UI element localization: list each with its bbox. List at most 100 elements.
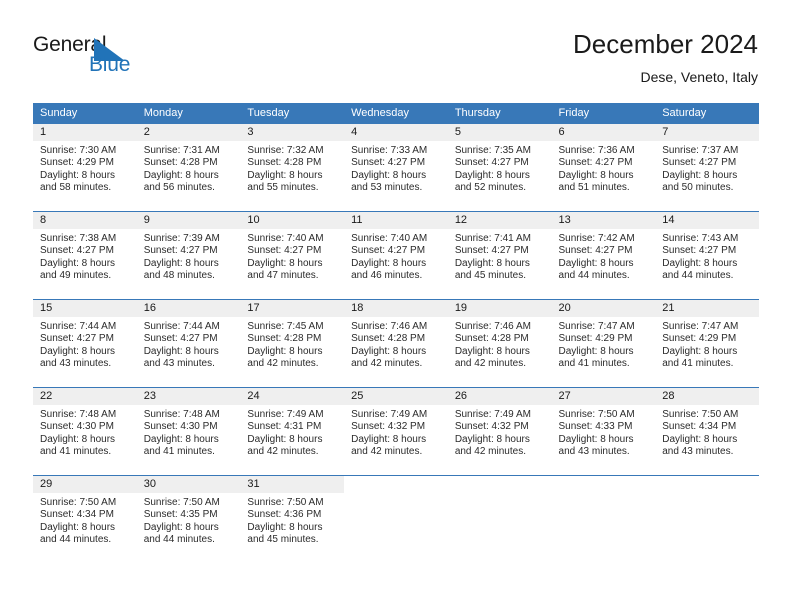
day-number-empty xyxy=(655,476,759,493)
day-cell[interactable]: Sunrise: 7:43 AM Sunset: 4:27 PM Dayligh… xyxy=(655,229,759,299)
brand-name-blue: Blue xyxy=(89,53,131,76)
day-cell[interactable]: Sunrise: 7:42 AM Sunset: 4:27 PM Dayligh… xyxy=(552,229,656,299)
day-cell[interactable]: Sunrise: 7:33 AM Sunset: 4:27 PM Dayligh… xyxy=(344,141,448,211)
day-number[interactable]: 26 xyxy=(448,388,552,405)
day-cell[interactable]: Sunrise: 7:39 AM Sunset: 4:27 PM Dayligh… xyxy=(137,229,241,299)
day-number[interactable]: 3 xyxy=(240,124,344,141)
day-number[interactable]: 28 xyxy=(655,388,759,405)
day-cell[interactable]: Sunrise: 7:37 AM Sunset: 4:27 PM Dayligh… xyxy=(655,141,759,211)
daylight-text: Daylight: 8 hours xyxy=(454,257,530,269)
sunrise-text: Sunrise: 7:50 AM xyxy=(143,497,220,508)
daylight-text-cont: and 41 minutes. xyxy=(558,358,630,370)
day-number[interactable]: 6 xyxy=(552,124,656,141)
day-cell[interactable]: Sunrise: 7:47 AM Sunset: 4:29 PM Dayligh… xyxy=(552,317,656,387)
day-number[interactable]: 31 xyxy=(240,476,344,493)
day-number[interactable]: 11 xyxy=(344,212,448,229)
day-number[interactable]: 2 xyxy=(137,124,241,141)
day-cell[interactable]: Sunrise: 7:48 AM Sunset: 4:30 PM Dayligh… xyxy=(137,405,241,475)
day-number[interactable]: 27 xyxy=(552,388,656,405)
daylight-text-cont: and 50 minutes. xyxy=(662,182,734,194)
day-number[interactable]: 7 xyxy=(655,124,759,141)
day-number[interactable]: 19 xyxy=(448,300,552,317)
day-number[interactable]: 16 xyxy=(137,300,241,317)
day-number[interactable]: 13 xyxy=(552,212,656,229)
day-cell[interactable]: Sunrise: 7:49 AM Sunset: 4:31 PM Dayligh… xyxy=(240,405,344,475)
sunset-text: Sunset: 4:27 PM xyxy=(558,245,633,257)
weekday-header-wednesday: Wednesday xyxy=(351,107,409,119)
day-cell[interactable]: Sunrise: 7:31 AM Sunset: 4:28 PM Dayligh… xyxy=(137,141,241,211)
day-number[interactable]: 29 xyxy=(33,476,137,493)
sunrise-text: Sunrise: 7:50 AM xyxy=(558,409,635,420)
day-cell[interactable]: Sunrise: 7:41 AM Sunset: 4:27 PM Dayligh… xyxy=(448,229,552,299)
day-number[interactable]: 20 xyxy=(552,300,656,317)
sunset-text: Sunset: 4:30 PM xyxy=(40,421,114,433)
daylight-text: Daylight: 8 hours xyxy=(662,169,738,181)
sunset-text: Sunset: 4:31 PM xyxy=(247,421,322,433)
day-number[interactable]: 10 xyxy=(240,212,344,229)
sunset-text: Sunset: 4:28 PM xyxy=(143,157,218,169)
daylight-text: Daylight: 8 hours xyxy=(454,433,530,445)
day-number[interactable]: 14 xyxy=(655,212,759,229)
sunset-text: Sunset: 4:28 PM xyxy=(247,157,322,169)
day-cell[interactable]: Sunrise: 7:49 AM Sunset: 4:32 PM Dayligh… xyxy=(448,405,552,475)
day-cell[interactable]: Sunrise: 7:50 AM Sunset: 4:34 PM Dayligh… xyxy=(33,493,137,563)
daylight-text: Daylight: 8 hours xyxy=(143,345,219,357)
sunset-text: Sunset: 4:27 PM xyxy=(143,333,218,345)
day-cell[interactable]: Sunrise: 7:46 AM Sunset: 4:28 PM Dayligh… xyxy=(344,317,448,387)
day-cell[interactable]: Sunrise: 7:32 AM Sunset: 4:28 PM Dayligh… xyxy=(240,141,344,211)
day-number[interactable]: 24 xyxy=(240,388,344,405)
day-number[interactable]: 9 xyxy=(137,212,241,229)
day-cell[interactable]: Sunrise: 7:48 AM Sunset: 4:30 PM Dayligh… xyxy=(33,405,137,475)
sunrise-text: Sunrise: 7:43 AM xyxy=(662,233,739,244)
day-number[interactable]: 17 xyxy=(240,300,344,317)
day-number[interactable]: 30 xyxy=(137,476,241,493)
day-cell[interactable]: Sunrise: 7:50 AM Sunset: 4:36 PM Dayligh… xyxy=(240,493,344,563)
weekday-header-sunday: Sunday xyxy=(40,107,78,119)
day-cell[interactable]: Sunrise: 7:46 AM Sunset: 4:28 PM Dayligh… xyxy=(448,317,552,387)
sunrise-text: Sunrise: 7:30 AM xyxy=(40,145,117,156)
daylight-text-cont: and 43 minutes. xyxy=(143,358,215,370)
day-cell[interactable]: Sunrise: 7:44 AM Sunset: 4:27 PM Dayligh… xyxy=(137,317,241,387)
day-number[interactable]: 5 xyxy=(448,124,552,141)
day-cell[interactable]: Sunrise: 7:40 AM Sunset: 4:27 PM Dayligh… xyxy=(240,229,344,299)
day-number[interactable]: 4 xyxy=(344,124,448,141)
daylight-text-cont: and 42 minutes. xyxy=(351,446,423,458)
daylight-text: Daylight: 8 hours xyxy=(247,433,323,445)
day-number[interactable]: 15 xyxy=(33,300,137,317)
sunrise-text: Sunrise: 7:46 AM xyxy=(454,321,531,332)
day-detail-band: Sunrise: 7:44 AM Sunset: 4:27 PM Dayligh… xyxy=(33,317,759,387)
title-block: December 2024 Dese, Veneto, Italy xyxy=(573,28,758,86)
day-cell[interactable]: Sunrise: 7:35 AM Sunset: 4:27 PM Dayligh… xyxy=(448,141,552,211)
sunset-text: Sunset: 4:34 PM xyxy=(662,421,737,433)
brand-logo[interactable]: General Blue xyxy=(33,33,143,79)
day-number[interactable]: 21 xyxy=(655,300,759,317)
daylight-text-cont: and 41 minutes. xyxy=(40,446,112,458)
day-cell[interactable]: Sunrise: 7:45 AM Sunset: 4:28 PM Dayligh… xyxy=(240,317,344,387)
daylight-text-cont: and 44 minutes. xyxy=(143,534,215,546)
day-number-band: 8 9 10 11 12 13 14 xyxy=(33,212,759,229)
day-cell[interactable]: Sunrise: 7:50 AM Sunset: 4:34 PM Dayligh… xyxy=(655,405,759,475)
day-number[interactable]: 22 xyxy=(33,388,137,405)
day-cell[interactable]: Sunrise: 7:44 AM Sunset: 4:27 PM Dayligh… xyxy=(33,317,137,387)
day-cell[interactable]: Sunrise: 7:36 AM Sunset: 4:27 PM Dayligh… xyxy=(552,141,656,211)
day-cell[interactable]: Sunrise: 7:47 AM Sunset: 4:29 PM Dayligh… xyxy=(655,317,759,387)
sunrise-text: Sunrise: 7:49 AM xyxy=(454,409,531,420)
day-number[interactable]: 23 xyxy=(137,388,241,405)
day-cell[interactable]: Sunrise: 7:50 AM Sunset: 4:33 PM Dayligh… xyxy=(552,405,656,475)
day-cell[interactable]: Sunrise: 7:30 AM Sunset: 4:29 PM Dayligh… xyxy=(33,141,137,211)
daylight-text-cont: and 45 minutes. xyxy=(454,270,526,282)
daylight-text: Daylight: 8 hours xyxy=(40,521,116,533)
day-cell[interactable]: Sunrise: 7:40 AM Sunset: 4:27 PM Dayligh… xyxy=(344,229,448,299)
day-cell[interactable]: Sunrise: 7:50 AM Sunset: 4:35 PM Dayligh… xyxy=(137,493,241,563)
day-number[interactable]: 1 xyxy=(33,124,137,141)
daylight-text: Daylight: 8 hours xyxy=(558,433,634,445)
daylight-text: Daylight: 8 hours xyxy=(662,345,738,357)
day-cell[interactable]: Sunrise: 7:49 AM Sunset: 4:32 PM Dayligh… xyxy=(344,405,448,475)
day-number[interactable]: 25 xyxy=(344,388,448,405)
day-number[interactable]: 8 xyxy=(33,212,137,229)
day-number[interactable]: 12 xyxy=(448,212,552,229)
sunrise-text: Sunrise: 7:39 AM xyxy=(143,233,220,244)
day-number[interactable]: 18 xyxy=(344,300,448,317)
daylight-text: Daylight: 8 hours xyxy=(662,257,738,269)
day-cell[interactable]: Sunrise: 7:38 AM Sunset: 4:27 PM Dayligh… xyxy=(33,229,137,299)
